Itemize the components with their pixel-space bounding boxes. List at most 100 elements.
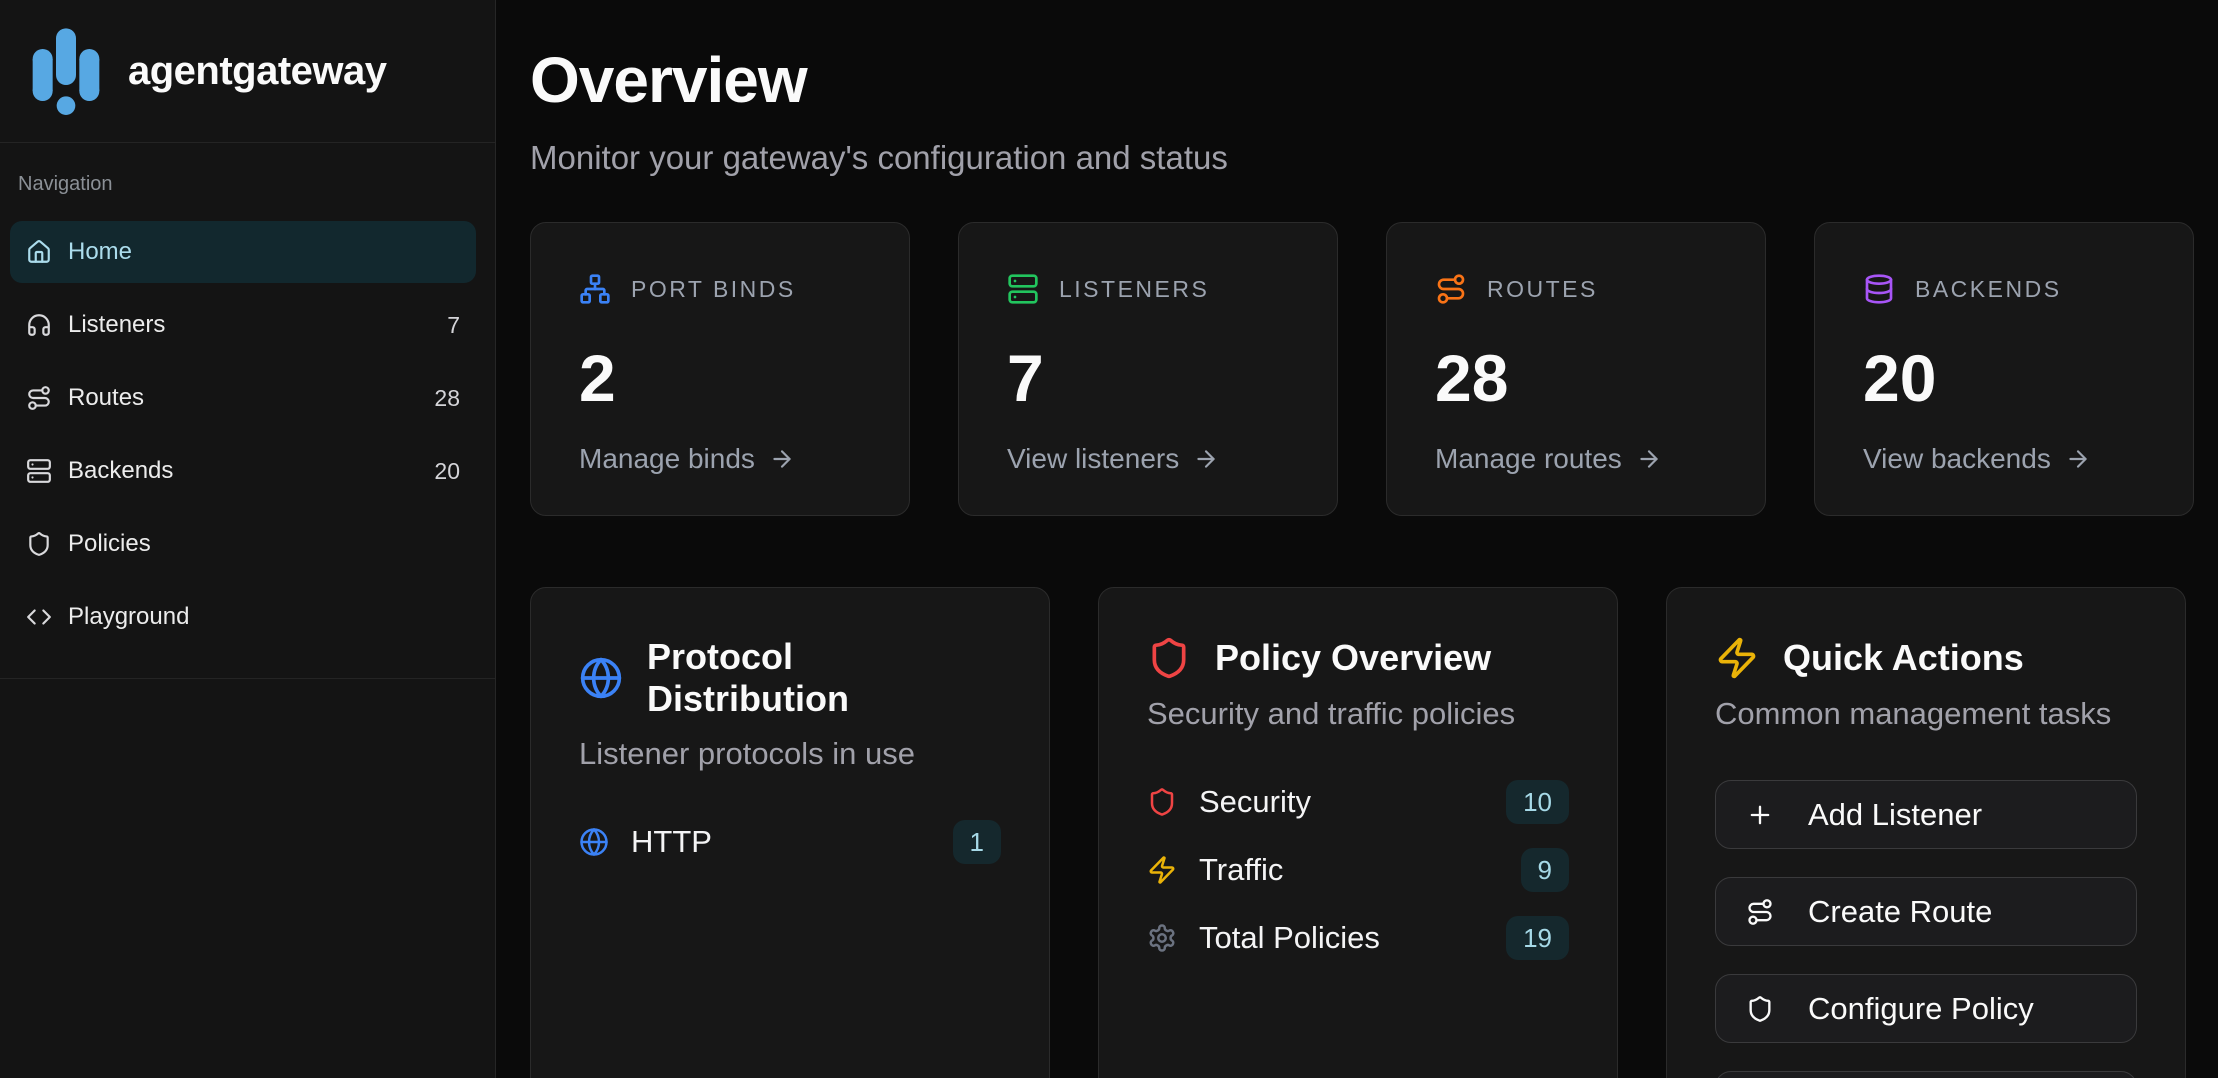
stat-label: PORT BINDS [631, 276, 796, 303]
security-count-badge: 10 [1506, 780, 1569, 824]
stat-label: LISTENERS [1059, 276, 1209, 303]
policy-row-traffic: Traffic 9 [1147, 846, 1569, 894]
view-backends-link[interactable]: View backends [1863, 443, 2149, 475]
sidebar-divider [0, 678, 495, 679]
route-icon [26, 385, 52, 411]
traffic-count-badge: 9 [1521, 848, 1569, 892]
sidebar-item-label: Home [68, 238, 132, 266]
sidebar-item-label: Listeners [68, 311, 165, 339]
panel-title: Policy Overview [1215, 637, 1491, 679]
panel-subtitle: Security and traffic policies [1147, 696, 1569, 732]
app-title: agentgateway [128, 49, 387, 94]
stat-link-label: View listeners [1007, 443, 1179, 475]
sidebar-item-label: Backends [68, 457, 173, 485]
quick-actions-card: Quick Actions Common management tasks Ad… [1666, 587, 2186, 1078]
stat-link-label: View backends [1863, 443, 2051, 475]
sidebar-item-label: Policies [68, 530, 151, 558]
listeners-value: 7 [1007, 345, 1293, 411]
stat-label: BACKENDS [1915, 276, 2062, 303]
shield-icon [1147, 787, 1177, 817]
page-subtitle: Monitor your gateway's configuration and… [530, 138, 2218, 178]
sidebar-item-home[interactable]: Home [10, 221, 476, 283]
sidebar-item-routes[interactable]: Routes 28 [10, 367, 476, 429]
sidebar-item-listeners[interactable]: Listeners 7 [10, 294, 476, 356]
stat-card-backends: BACKENDS 20 View backends [1814, 222, 2194, 516]
panel-title: Quick Actions [1783, 637, 2024, 679]
stat-card-port-binds: PORT BINDS 2 Manage binds [530, 222, 910, 516]
routes-count: 28 [434, 385, 460, 412]
http-count-badge: 1 [953, 820, 1001, 864]
zap-icon [1715, 636, 1759, 680]
policy-row-total: Total Policies 19 [1147, 914, 1569, 962]
shield-icon [26, 531, 52, 557]
house-icon [26, 239, 52, 265]
configure-policy-button[interactable]: Configure Policy [1715, 974, 2137, 1043]
code-icon [26, 604, 52, 630]
listeners-count: 7 [447, 312, 460, 339]
stats-row: PORT BINDS 2 Manage binds LISTENERS 7 Vi… [530, 222, 2218, 516]
policy-label: Security [1199, 784, 1311, 820]
stat-link-label: Manage binds [579, 443, 755, 475]
app-logo[interactable]: agentgateway [0, 0, 495, 143]
port-binds-value: 2 [579, 345, 865, 411]
partial-action-button[interactable] [1715, 1071, 2137, 1078]
network-icon [579, 273, 611, 305]
routes-value: 28 [1435, 345, 1721, 411]
nav-section-label: Navigation [18, 173, 476, 196]
manage-binds-link[interactable]: Manage binds [579, 443, 865, 475]
stat-label: ROUTES [1487, 276, 1598, 303]
add-listener-button[interactable]: Add Listener [1715, 780, 2137, 849]
plus-icon [1746, 801, 1774, 829]
arrow-right-icon [2065, 446, 2091, 472]
protocol-distribution-card: Protocol Distribution Listener protocols… [530, 587, 1050, 1078]
action-button-label: Add Listener [1808, 797, 1982, 833]
zap-icon [1147, 855, 1177, 885]
total-policies-count-badge: 19 [1506, 916, 1569, 960]
backends-count: 20 [434, 458, 460, 485]
panel-title: Protocol Distribution [647, 636, 1001, 720]
route-icon [1746, 898, 1774, 926]
globe-icon [579, 827, 609, 857]
arrow-right-icon [769, 446, 795, 472]
database-icon [1863, 273, 1895, 305]
app-window: agentgateway Navigation Home Listeners 7… [0, 0, 2218, 1078]
panel-subtitle: Listener protocols in use [579, 736, 1001, 772]
route-icon [1435, 273, 1467, 305]
arrow-right-icon [1193, 446, 1219, 472]
sidebar-nav: Home Listeners 7 Routes 28 Backends 20 [10, 221, 476, 648]
sidebar-item-label: Playground [68, 603, 189, 631]
page-title: Overview [530, 48, 2218, 112]
agentgateway-logo-icon [26, 23, 106, 119]
action-button-label: Configure Policy [1808, 991, 2034, 1027]
policy-label: Traffic [1199, 852, 1283, 888]
action-button-label: Create Route [1808, 894, 1992, 930]
headphones-icon [26, 312, 52, 338]
sidebar: agentgateway Navigation Home Listeners 7… [0, 0, 496, 1078]
policy-overview-card: Policy Overview Security and traffic pol… [1098, 587, 1618, 1078]
backends-value: 20 [1863, 345, 2149, 411]
stat-link-label: Manage routes [1435, 443, 1622, 475]
policy-row-security: Security 10 [1147, 778, 1569, 826]
protocol-row-http: HTTP 1 [579, 818, 1001, 866]
shield-icon [1746, 995, 1774, 1023]
sidebar-item-policies[interactable]: Policies [10, 513, 476, 575]
stat-card-routes: ROUTES 28 Manage routes [1386, 222, 1766, 516]
server-icon [26, 458, 52, 484]
sidebar-item-playground[interactable]: Playground [10, 586, 476, 648]
view-listeners-link[interactable]: View listeners [1007, 443, 1293, 475]
shield-icon [1147, 636, 1191, 680]
protocol-label: HTTP [631, 824, 712, 860]
sidebar-item-label: Routes [68, 384, 144, 412]
panels-row: Protocol Distribution Listener protocols… [530, 587, 2218, 1078]
stat-card-listeners: LISTENERS 7 View listeners [958, 222, 1338, 516]
panel-subtitle: Common management tasks [1715, 696, 2137, 732]
main-content: Overview Monitor your gateway's configur… [496, 0, 2218, 1078]
server-icon [1007, 273, 1039, 305]
sidebar-item-backends[interactable]: Backends 20 [10, 440, 476, 502]
gear-icon [1147, 923, 1177, 953]
create-route-button[interactable]: Create Route [1715, 877, 2137, 946]
manage-routes-link[interactable]: Manage routes [1435, 443, 1721, 475]
policy-label: Total Policies [1199, 920, 1380, 956]
arrow-right-icon [1636, 446, 1662, 472]
globe-icon [579, 656, 623, 700]
